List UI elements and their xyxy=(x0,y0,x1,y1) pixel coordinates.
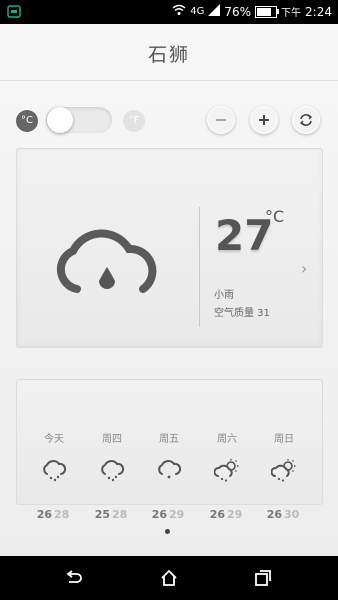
weather-app: 石狮 °C °F 27 °C 小雨 空气质量 31 › 今天 周四 周五 周六 … xyxy=(0,24,338,556)
temperature-unit: °C xyxy=(265,207,285,226)
time-period: 下午 xyxy=(281,8,302,19)
forecast-day-label: 今天 xyxy=(44,434,64,445)
forecast-low: 26 xyxy=(151,508,167,521)
sun-cloud-rain-icon xyxy=(214,459,239,482)
sun-cloud-rain-icon xyxy=(271,459,296,482)
home-icon xyxy=(161,569,177,586)
signal-icon xyxy=(208,4,221,19)
forecast-low: 26 xyxy=(209,508,225,521)
forecast-temps: 26 30 xyxy=(257,508,309,521)
forecast-day-label: 周日 xyxy=(274,434,294,445)
back-icon xyxy=(66,570,82,583)
weather-condition: 小雨 xyxy=(214,290,234,301)
notification-icon xyxy=(6,3,22,19)
forecast-day-label: 周六 xyxy=(217,434,237,445)
forecast-high: 28 xyxy=(54,508,70,521)
back-button[interactable] xyxy=(64,568,84,588)
forecast-high: 29 xyxy=(227,508,243,521)
city-title: 石狮 xyxy=(147,44,190,66)
status-indicators: 4G 76% 下午 2:24 xyxy=(172,4,332,19)
plus-icon xyxy=(259,115,269,125)
forecast-low: 26 xyxy=(36,508,52,521)
navigation-bar xyxy=(0,556,338,600)
forecast-card: 今天 周四 周五 周六 周日 xyxy=(16,379,323,505)
forecast-low: 26 xyxy=(266,508,282,521)
clock: 2:24 xyxy=(305,4,332,19)
cloud-drizzle-icon xyxy=(43,460,67,482)
remove-city-button[interactable] xyxy=(207,106,235,134)
refresh-button[interactable] xyxy=(292,106,320,134)
refresh-icon xyxy=(299,114,313,126)
current-weather-card[interactable]: 27 °C 小雨 空气质量 31 › xyxy=(16,148,323,348)
recents-icon xyxy=(255,570,271,586)
add-city-button[interactable] xyxy=(250,106,278,134)
chevron-right-icon[interactable]: › xyxy=(301,259,307,278)
forecast-day-label: 周五 xyxy=(159,434,179,445)
unit-toggle[interactable] xyxy=(46,107,112,133)
wifi-icon xyxy=(172,4,186,19)
forecast-high: 29 xyxy=(169,508,185,521)
forecast-temps: 26 29 xyxy=(142,508,194,521)
forecast-temps: 26 28 xyxy=(27,508,79,521)
forecast-high: 30 xyxy=(284,508,300,521)
forecast-day-label: 周四 xyxy=(102,434,122,445)
home-button[interactable] xyxy=(159,568,179,588)
forecast-high: 28 xyxy=(112,508,128,521)
forecast-low: 25 xyxy=(94,508,110,521)
battery-fill xyxy=(257,7,272,16)
celsius-label[interactable]: °C xyxy=(16,110,38,132)
network-type: 4G xyxy=(190,6,205,17)
cloud-drizzle-icon xyxy=(101,460,125,482)
battery-percent: 76% xyxy=(224,4,252,19)
card-divider xyxy=(199,207,200,327)
cloud-rain-icon xyxy=(56,229,157,293)
battery-icon xyxy=(255,5,280,18)
recents-button[interactable] xyxy=(253,568,273,588)
minus-icon xyxy=(216,119,226,121)
air-quality: 空气质量 31 xyxy=(214,308,270,319)
cloud-drizzle-icon xyxy=(158,460,182,479)
page-indicator xyxy=(165,529,170,534)
title-divider xyxy=(0,80,338,81)
toggle-knob[interactable] xyxy=(47,107,73,133)
forecast-temps: 25 28 xyxy=(85,508,137,521)
status-bar: 4G 76% 下午 2:24 xyxy=(0,0,338,24)
fahrenheit-label[interactable]: °F xyxy=(123,110,145,132)
forecast-temps: 26 29 xyxy=(200,508,252,521)
